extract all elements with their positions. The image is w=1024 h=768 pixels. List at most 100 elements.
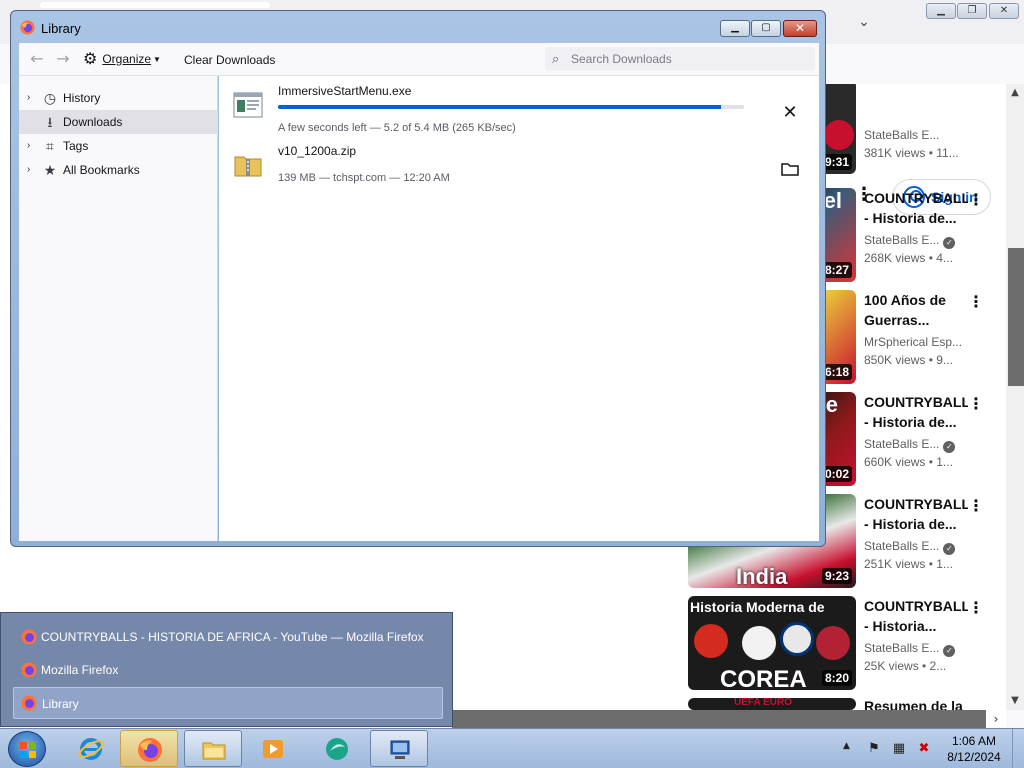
- jumplist-item-library-window[interactable]: Library: [13, 687, 443, 719]
- organize-button[interactable]: ⚙ Organize ▼: [83, 48, 161, 70]
- close-button[interactable]: ✕: [783, 20, 817, 37]
- expand-chevron-icon[interactable]: ›: [27, 86, 37, 110]
- taskbar-remote-desktop[interactable]: [370, 730, 428, 767]
- video-meta: 251K views • 1...: [864, 557, 953, 571]
- more-options-icon[interactable]: ⋮: [968, 394, 984, 414]
- clock-date[interactable]: 8/12/2024: [940, 750, 1008, 764]
- scrollbar-thumb[interactable]: [1008, 248, 1024, 386]
- start-button[interactable]: [8, 731, 46, 767]
- taskbar-firefox[interactable]: [120, 730, 178, 767]
- video-duration: 0:02: [821, 466, 852, 482]
- sidebar-item-all-bookmarks[interactable]: › ★ All Bookmarks: [19, 158, 218, 182]
- video-duration: 9:23: [821, 568, 852, 584]
- video-meta: 25K views • 2...: [864, 659, 947, 673]
- download-item[interactable]: ImmersiveStartMenu.exe A few seconds lef…: [219, 78, 819, 134]
- channel-name[interactable]: StateBalls E... ✓: [864, 539, 956, 555]
- scroll-down-arrow-icon[interactable]: ▼: [1006, 692, 1024, 710]
- library-window: Library ▁ ▢ ✕ ← → ⚙ Organize ▼ Clear Dow…: [10, 10, 826, 547]
- video-item[interactable]: Historia Moderna de COREA 8:20 COUNTRYBA…: [688, 596, 1006, 690]
- open-folder-icon[interactable]: [779, 158, 801, 180]
- star-icon: ★: [43, 162, 57, 178]
- zip-folder-icon: [234, 156, 262, 177]
- show-hidden-icons-icon[interactable]: ▲: [843, 741, 850, 751]
- sidebar-item-label: Tags: [63, 139, 89, 153]
- thumbnail-top-caption: Historia Moderna de: [690, 599, 825, 615]
- more-options-icon[interactable]: ⋮: [968, 598, 984, 618]
- video-title-line2[interactable]: - Historia...: [864, 616, 968, 636]
- clear-downloads-button[interactable]: Clear Downloads: [184, 53, 275, 67]
- browser-tab[interactable]: [40, 2, 270, 8]
- vertical-scrollbar[interactable]: [1006, 84, 1024, 710]
- maximize-button[interactable]: ▢: [751, 20, 781, 37]
- scroll-up-arrow-icon[interactable]: ▲: [1006, 84, 1024, 102]
- channel-name[interactable]: MrSpherical Esp...: [864, 335, 962, 349]
- horizontal-scrollbar[interactable]: [452, 710, 1006, 728]
- sidebar-item-tags[interactable]: › ⌗ Tags: [19, 134, 218, 158]
- taskbar-media-player[interactable]: [244, 730, 302, 767]
- sidebar-item-label: All Bookmarks: [63, 163, 140, 177]
- video-duration: 8:27: [821, 262, 852, 278]
- expand-chevron-icon[interactable]: ›: [27, 134, 37, 158]
- jumplist-item-label: Mozilla Firefox: [41, 663, 119, 677]
- video-thumbnail[interactable]: Historia Moderna de COREA 8:20: [688, 596, 856, 690]
- minimize-button[interactable]: ▁: [926, 3, 956, 19]
- video-title-line2[interactable]: - Historia de...: [864, 208, 968, 228]
- file-explorer-icon: [202, 742, 226, 760]
- sidebar-item-label: History: [63, 91, 101, 105]
- channel-name[interactable]: StateBalls E... ✓: [864, 233, 956, 249]
- channel-name[interactable]: StateBalls E... ✓: [864, 641, 956, 657]
- window-title: Library: [41, 21, 81, 36]
- library-toolbar: ← → ⚙ Organize ▼ Clear Downloads ⌕ Searc…: [19, 43, 819, 76]
- video-title[interactable]: COUNTRYBALLS: [864, 188, 968, 208]
- sidebar-item-downloads[interactable]: ⭳ Downloads: [19, 110, 218, 134]
- minimize-button[interactable]: ▁: [720, 20, 750, 37]
- network-icon[interactable]: ▦: [891, 741, 907, 757]
- thumbnail-caption: e: [825, 392, 838, 417]
- video-title[interactable]: 100 Años de: [864, 290, 968, 310]
- more-options-icon[interactable]: ⋮: [968, 190, 984, 210]
- search-downloads-input[interactable]: ⌕ Search Downloads: [545, 47, 815, 71]
- library-sidebar: › ◷ History ⭳ Downloads › ⌗ Tags › ★ All…: [19, 76, 218, 541]
- download-status: A few seconds left — 5.2 of 5.4 MB (265 …: [278, 122, 516, 134]
- restore-button[interactable]: ❐: [957, 3, 987, 19]
- library-titlebar[interactable]: Library ▁ ▢ ✕: [11, 11, 825, 43]
- media-player-icon: [263, 740, 283, 758]
- video-title[interactable]: COUNTRYBALLS: [864, 596, 968, 616]
- taskbar-internet-explorer[interactable]: [62, 730, 120, 767]
- channel-name[interactable]: StateBalls E...: [864, 128, 939, 142]
- video-title-line2[interactable]: - Historia de...: [864, 412, 968, 432]
- jumplist-item-label: COUNTRYBALLS - HISTORIA DE AFRICA - YouT…: [41, 630, 424, 644]
- close-button[interactable]: ✕: [989, 3, 1019, 19]
- video-title-line2[interactable]: Guerras...: [864, 310, 968, 330]
- more-options-icon[interactable]: ⋮: [968, 496, 984, 516]
- forward-arrow-icon[interactable]: →: [53, 49, 73, 69]
- video-title[interactable]: COUNTRYBALLS: [864, 392, 968, 412]
- list-all-tabs-icon[interactable]: ⌄: [852, 10, 876, 34]
- jumplist-item-youtube-window[interactable]: COUNTRYBALLS - HISTORIA DE AFRICA - YouT…: [13, 621, 443, 653]
- download-item[interactable]: v10_1200a.zip 139 MB — tchspt.com — 12:2…: [219, 138, 819, 194]
- taskbar-file-explorer[interactable]: [184, 730, 242, 767]
- app-icon: [326, 738, 348, 760]
- video-title[interactable]: COUNTRYBALLS: [864, 494, 968, 514]
- show-desktop-button[interactable]: [1012, 729, 1024, 768]
- video-thumbnail[interactable]: UEFA EURO: [688, 698, 856, 710]
- back-arrow-icon[interactable]: ←: [27, 49, 47, 69]
- cancel-download-icon[interactable]: ✕: [779, 102, 801, 124]
- video-title[interactable]: Resumen de la: [864, 698, 968, 710]
- video-item[interactable]: UEFA EURO Resumen de la: [688, 698, 1006, 710]
- sidebar-item-history[interactable]: › ◷ History: [19, 86, 218, 110]
- more-options-icon[interactable]: ⋮: [968, 292, 984, 312]
- jumplist-item-label: Library: [42, 697, 79, 711]
- volume-muted-icon[interactable]: ✖: [916, 741, 932, 757]
- verified-icon: ✓: [943, 645, 956, 657]
- taskbar-app[interactable]: [308, 730, 366, 767]
- action-center-flag-icon[interactable]: ⚑: [866, 741, 882, 757]
- channel-name[interactable]: StateBalls E... ✓: [864, 437, 956, 453]
- expand-chevron-icon[interactable]: ›: [27, 158, 37, 182]
- scroll-right-arrow-icon[interactable]: ›: [986, 710, 1006, 728]
- verified-icon: ✓: [943, 237, 956, 249]
- jumplist-item-firefox-window[interactable]: Mozilla Firefox: [13, 654, 443, 686]
- video-title-line2[interactable]: - Historia de...: [864, 514, 968, 534]
- clock-time[interactable]: 1:06 AM: [944, 734, 1004, 748]
- gear-icon: ⚙: [83, 51, 98, 68]
